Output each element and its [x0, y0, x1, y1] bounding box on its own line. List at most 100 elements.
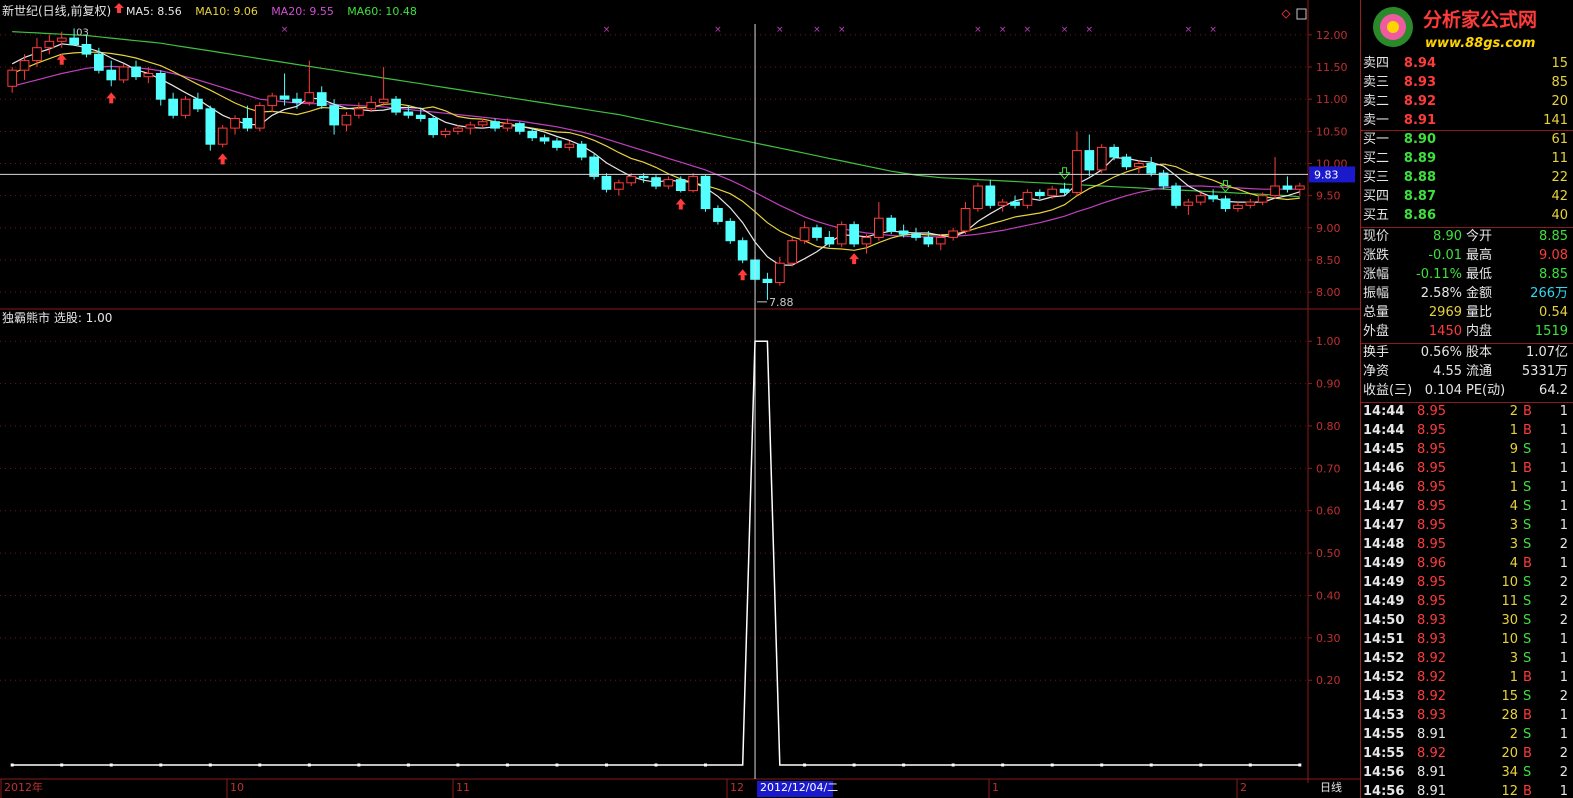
candle-body [193, 98, 203, 110]
candle-body [824, 237, 835, 245]
candle-body [502, 123, 513, 129]
candle-body [1270, 185, 1280, 197]
candle-body [1084, 150, 1095, 171]
tick-volume: 3 [1509, 651, 1518, 666]
candle-body [217, 127, 228, 145]
price-tick-label: 8.50 [1316, 254, 1341, 267]
tick-count: 1 [1559, 784, 1568, 798]
tick-side: S [1523, 689, 1532, 704]
stat-value: 0.104 [1424, 383, 1462, 398]
indicator-point [1001, 763, 1005, 767]
indicator-point [555, 763, 559, 767]
site-logo: 分析家公式网 www.88gs.com [1361, 0, 1573, 54]
candle-body [675, 179, 686, 192]
stat-value: 8.85 [1539, 229, 1568, 244]
event-marker-icon: × [838, 25, 846, 35]
quote-panel: 分析家公式网 www.88gs.com 卖四 8.94 15 卖三 8.93 85 卖二 8.… [1360, 0, 1573, 798]
tick-time: 14:53 [1363, 708, 1405, 723]
tick-time: 14:47 [1363, 518, 1405, 533]
tick-time: 14:46 [1363, 461, 1405, 476]
tick-volume: 9 [1509, 442, 1518, 457]
buy-arrow-icon [106, 92, 117, 104]
tick-time: 14:49 [1363, 575, 1405, 590]
indicator-point [456, 763, 460, 767]
tick-side: B [1523, 784, 1532, 798]
logo-text: 分析家公式网 [1423, 8, 1537, 31]
candle-body [960, 208, 971, 232]
tick-time: 14:52 [1363, 670, 1405, 685]
buy-arrow-icon [849, 253, 860, 265]
candle-body [1047, 188, 1058, 197]
candle-body [19, 60, 30, 71]
candle-body [935, 237, 946, 245]
tick-count: 2 [1559, 765, 1568, 780]
candle-body [366, 101, 377, 110]
indicator-point [951, 763, 955, 767]
tick-row: 14:50 8.93 30 S 2 [1361, 611, 1573, 630]
candle-body [69, 37, 80, 45]
tick-count: 1 [1559, 670, 1568, 685]
price-tick-label: 12.00 [1316, 29, 1348, 42]
indicator-tick-label: 0.60 [1316, 505, 1341, 518]
candle-body [638, 175, 649, 179]
event-marker-icon: × [1209, 25, 1217, 35]
tick-time: 14:50 [1363, 613, 1405, 628]
indicator-tick-label: 0.30 [1316, 632, 1341, 645]
ask-row: 卖四 8.94 15 [1361, 54, 1573, 73]
candle-body [700, 175, 711, 210]
candle-body [440, 130, 451, 136]
candle-body [713, 208, 723, 222]
tick-count: 2 [1559, 689, 1568, 704]
stat-label: 股本 [1466, 345, 1493, 360]
candle-body [688, 175, 698, 192]
tick-time: 14:53 [1363, 689, 1405, 704]
ask-label: 卖二 [1363, 94, 1390, 109]
tick-volume: 10 [1501, 632, 1518, 647]
candle-body [415, 114, 426, 120]
stat-value: 8.90 [1433, 229, 1462, 244]
ma-legend-label: MA5: 8.56 [126, 5, 182, 18]
indicator-point [10, 763, 14, 767]
tick-side: S [1523, 613, 1532, 628]
tick-row: 14:49 8.95 10 S 2 [1361, 573, 1573, 592]
candle-body [1146, 163, 1157, 174]
indicator-point [1298, 763, 1302, 767]
ask-price: 8.93 [1403, 75, 1436, 90]
indicator-point [60, 763, 64, 767]
kline-chart[interactable]: 12.0011.5011.0010.5010.009.509.008.508.0… [0, 0, 1573, 798]
candle-body [1295, 185, 1305, 190]
ma20-line [12, 65, 1300, 238]
candle-body [911, 233, 921, 238]
candle-body [304, 92, 315, 103]
tick-count: 1 [1559, 499, 1568, 514]
candle-body [527, 130, 538, 139]
stat-label: 换手 [1363, 345, 1390, 360]
ask-volume: 20 [1551, 94, 1568, 109]
tick-price: 8.95 [1417, 480, 1446, 495]
tick-row: 14:47 8.95 4 S 1 [1361, 497, 1573, 516]
ask-volume: 85 [1551, 75, 1568, 90]
tick-price: 8.95 [1417, 423, 1446, 438]
price-tick-label: 10.50 [1316, 125, 1348, 138]
candle-body [477, 121, 488, 126]
tick-side: S [1523, 765, 1532, 780]
stat-value: 0.54 [1539, 305, 1568, 320]
indicator-point [1100, 763, 1104, 767]
tick-row: 14:55 8.92 20 B 2 [1361, 744, 1573, 763]
tick-row: 14:56 8.91 34 S 2 [1361, 763, 1573, 782]
stat-label: 总量 [1363, 305, 1390, 320]
stat-label: 金额 [1466, 286, 1493, 301]
stat-value: 2969 [1428, 305, 1462, 320]
stat-value: -0.01 [1428, 248, 1462, 263]
stat-value: 1519 [1534, 324, 1568, 339]
tick-price: 8.92 [1417, 746, 1446, 761]
candle-body [118, 66, 129, 81]
tick-volume: 34 [1501, 765, 1518, 780]
ma-legend-label: MA60: 10.48 [347, 5, 417, 18]
tick-volume: 20 [1501, 746, 1518, 761]
indicator-point [1199, 763, 1203, 767]
candle-body [663, 179, 674, 187]
candle-body [94, 53, 104, 71]
tick-side: B [1523, 404, 1532, 419]
stat-label: 最低 [1466, 267, 1493, 282]
